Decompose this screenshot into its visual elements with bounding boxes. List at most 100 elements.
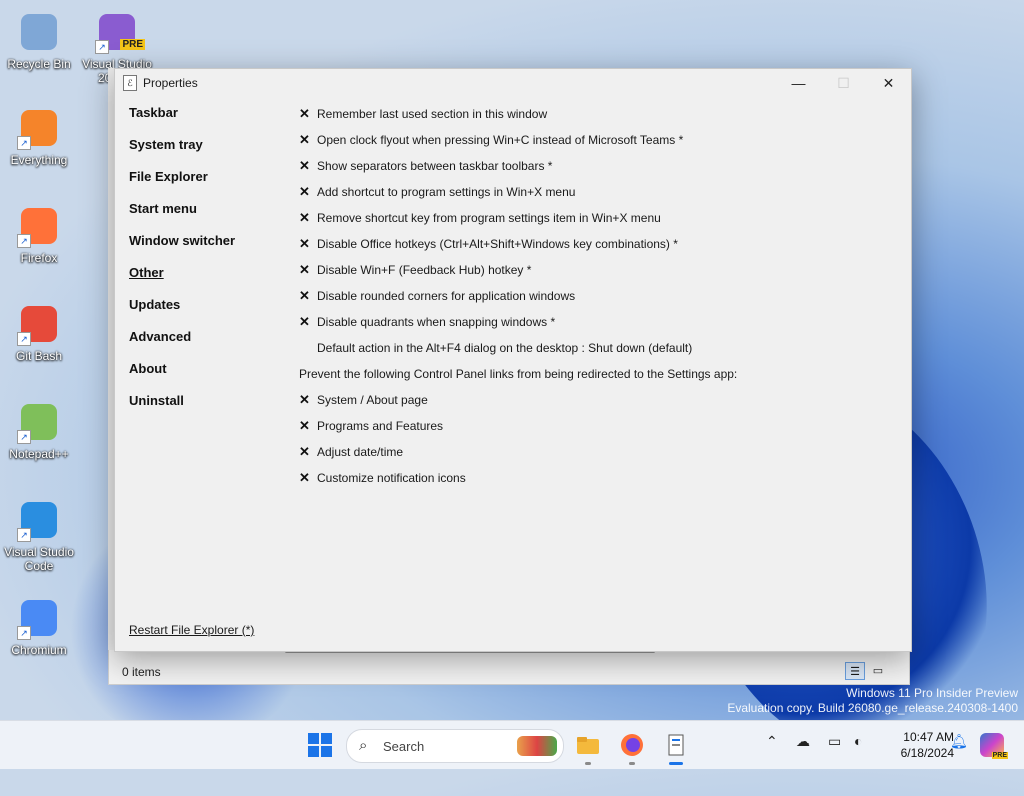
title-bar[interactable]: ℰ Properties — ☐ ✕ <box>115 69 911 97</box>
check-mark-icon: ✕ <box>299 288 310 303</box>
option-label: Add shortcut to program settings in Win+… <box>317 185 576 199</box>
option-row[interactable]: ✕Default action in the Alt+F4 dialog on … <box>299 335 899 361</box>
copilot-icon[interactable]: PRE <box>980 733 1008 759</box>
shortcut-arrow-icon: ↗ <box>17 332 31 346</box>
check-mark-icon: ✕ <box>299 158 310 173</box>
nav-item-start-menu[interactable]: Start menu <box>129 201 289 233</box>
search-icon: ⌕ <box>359 737 368 754</box>
chevron-up-icon[interactable]: ⌃ <box>766 733 778 750</box>
app-icon: ℰ <box>123 75 137 91</box>
check-mark-icon: ✕ <box>299 314 310 329</box>
vscode-icon: ↗ <box>17 498 61 542</box>
desktop-icon[interactable]: Recycle Bin <box>1 10 77 71</box>
check-mark-icon: ✕ <box>299 470 310 485</box>
option-row[interactable]: ✕ Customize notification icons <box>299 465 899 491</box>
maximize-button[interactable]: ☐ <box>821 69 866 97</box>
taskbar-search[interactable]: ⌕ Search <box>346 729 564 763</box>
folder-icon <box>577 737 599 754</box>
nav-item-file-explorer[interactable]: File Explorer <box>129 169 289 201</box>
option-label: Show separators between taskbar toolbars… <box>317 159 553 173</box>
everything-search-icon: ↗ <box>17 106 61 150</box>
nav-item-system-tray[interactable]: System tray <box>129 137 289 169</box>
chromium-icon: ↗ <box>17 596 61 640</box>
file-explorer-taskbar-button[interactable] <box>572 729 604 765</box>
restart-file-explorer-link[interactable]: Restart File Explorer (*) <box>129 623 254 637</box>
check-mark-icon: ✕ <box>299 262 310 277</box>
option-label: Customize notification icons <box>317 471 466 485</box>
desktop-icon[interactable]: ↗ Git Bash <box>1 302 77 363</box>
clock-time: 10:47 AM <box>903 730 954 744</box>
desktop-icon-label: Firefox <box>20 251 58 265</box>
copilot-badge: PRE <box>991 752 1008 759</box>
desktop-icon[interactable]: ↗ Visual Studio Code <box>1 498 77 573</box>
nav-item-uninstall[interactable]: Uninstall <box>129 393 289 425</box>
nav-item-advanced[interactable]: Advanced <box>129 329 289 361</box>
option-row[interactable]: ✕ Disable Win+F (Feedback Hub) hotkey * <box>299 257 899 283</box>
shortcut-arrow-icon: ↗ <box>95 40 109 54</box>
recycle-bin-icon <box>17 10 61 54</box>
option-label: Prevent the following Control Panel link… <box>299 367 738 381</box>
search-highlight-image <box>517 736 557 756</box>
option-row[interactable]: ✕ Add shortcut to program settings in Win… <box>299 179 899 205</box>
details-view-icon[interactable]: ☰ <box>845 662 865 680</box>
minimize-button[interactable]: — <box>776 69 821 97</box>
option-row[interactable]: ✕ Show separators between taskbar toolbar… <box>299 153 899 179</box>
notepad-plus-plus-icon: ↗ <box>17 400 61 444</box>
options-list: ✕ Remember last used section in this wind… <box>299 101 899 491</box>
nav-item-other[interactable]: Other <box>129 265 289 297</box>
option-row[interactable]: ✕ Adjust date/time <box>299 439 899 465</box>
option-row[interactable]: ✕ Remember last used section in this wind… <box>299 101 899 127</box>
check-mark-icon: ✕ <box>299 106 310 121</box>
window-title: Properties <box>143 76 198 90</box>
taskbar: ⌕ Search ⌃ ☁ ▭ ◐ 10:47 AM 6/18/2024 🔔︎ P… <box>0 720 1024 769</box>
firefox-taskbar-button[interactable] <box>616 729 648 765</box>
option-row[interactable]: ✕ Disable Office hotkeys (Ctrl+Alt+Shift+… <box>299 231 899 257</box>
option-label: Remember last used section in this windo… <box>317 107 548 121</box>
desktop-icon[interactable]: ↗ Firefox <box>1 204 77 265</box>
shortcut-arrow-icon: ↗ <box>17 136 31 150</box>
option-row[interactable]: ✕ Disable quadrants when snapping windows… <box>299 309 899 335</box>
firefox-icon: ↗ <box>17 204 61 248</box>
git-bash-icon: ↗ <box>17 302 61 346</box>
desktop-icon[interactable]: ↗ Everything <box>1 106 77 167</box>
desktop-icon[interactable]: ↗ Notepad++ <box>1 400 77 461</box>
shortcut-arrow-icon: ↗ <box>17 234 31 248</box>
start-button[interactable] <box>308 733 332 757</box>
nav-item-about[interactable]: About <box>129 361 289 393</box>
option-label: Disable quadrants when snapping windows … <box>317 315 556 329</box>
check-mark-icon: ✕ <box>299 132 310 147</box>
check-mark-icon: ✕ <box>299 392 310 407</box>
option-label: Open clock flyout when pressing Win+C in… <box>317 133 684 147</box>
option-label: Default action in the Alt+F4 dialog on t… <box>317 341 693 355</box>
tiles-view-icon[interactable]: ▭ <box>869 662 887 678</box>
items-count: 0 items <box>122 665 161 679</box>
close-button[interactable]: ✕ <box>866 69 911 97</box>
option-row[interactable]: ✕ Remove shortcut key from program settin… <box>299 205 899 231</box>
properties-taskbar-button[interactable] <box>660 729 692 765</box>
option-row[interactable]: ✕ System / About page <box>299 387 899 413</box>
nav-item-updates[interactable]: Updates <box>129 297 289 329</box>
check-mark-icon: ✕ <box>299 184 310 199</box>
nav-item-taskbar[interactable]: Taskbar <box>129 105 289 137</box>
shortcut-arrow-icon: ↗ <box>17 528 31 542</box>
network-icon[interactable]: ▭ <box>828 733 841 750</box>
firefox-icon <box>621 734 643 756</box>
desktop-icon[interactable]: ↗ Chromium <box>1 596 77 657</box>
section-heading: Prevent the following Control Panel link… <box>299 361 899 387</box>
nav-item-window-switcher[interactable]: Window switcher <box>129 233 289 265</box>
explorer-status-bar: 0 items ☰ ▭ <box>108 650 910 685</box>
desktop-icon-label: Git Bash <box>15 349 63 363</box>
check-mark-icon: ✕ <box>299 236 310 251</box>
desktop-icon-label: Chromium <box>11 643 67 657</box>
volume-icon[interactable]: ◐ <box>854 733 862 749</box>
option-label: Disable Office hotkeys (Ctrl+Alt+Shift+W… <box>317 237 678 251</box>
taskbar-clock[interactable]: 10:47 AM 6/18/2024 <box>876 729 954 761</box>
watermark-line-1: Windows 11 Pro Insider Preview <box>846 686 1018 700</box>
option-row[interactable]: ✕ Disable rounded corners for application… <box>299 283 899 309</box>
onedrive-offline-icon[interactable]: ☁ <box>796 733 810 750</box>
desktop-icon-label: Recycle Bin <box>7 57 71 71</box>
notification-bell-icon[interactable]: 🔔︎ <box>950 733 968 750</box>
section-nav: Taskbar System tray File Explorer Start men… <box>129 105 289 425</box>
option-row[interactable]: ✕ Open clock flyout when pressing Win+C i… <box>299 127 899 153</box>
option-row[interactable]: ✕ Programs and Features <box>299 413 899 439</box>
